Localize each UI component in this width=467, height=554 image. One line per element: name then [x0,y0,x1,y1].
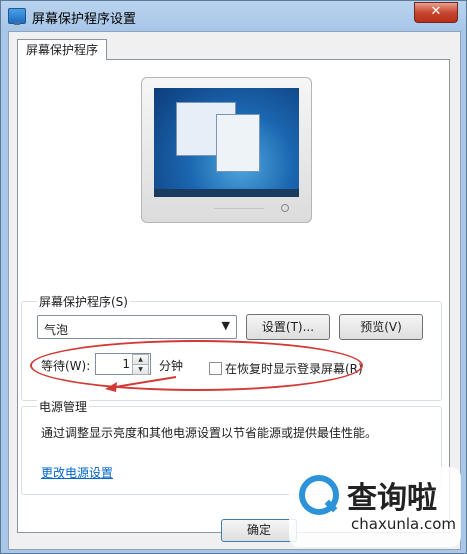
monitor-preview [141,77,312,223]
annotation-arrow-icon [105,376,177,392]
tab-screensaver[interactable]: 屏幕保护程序 [17,39,108,60]
watermark-title: 查询啦 [347,481,437,516]
power-description: 通过调整显示亮度和其他电源设置以节省能源或提供最佳性能。 [41,426,378,440]
preview-screen [154,88,299,197]
watermark: 查询啦 chaxunla.com [289,467,461,547]
divider [214,208,264,209]
change-power-settings-link[interactable]: 更改电源设置 [41,464,113,481]
settings-button[interactable]: 设置(T)... [246,314,330,340]
power-button-icon [281,204,289,212]
dropdown-arrow-icon: ▼ [221,319,230,332]
power-group-label: 电源管理 [37,398,90,415]
dialog-window: 屏幕保护程序设置 ✕ 屏幕保护程序 屏幕保护程序(S) 气泡 ▼ 设置(T)..… [0,0,467,554]
search-logo-icon [299,475,339,515]
ok-button[interactable]: 确定 [221,519,297,542]
monitor-chin [154,200,299,216]
preview-taskbar [154,189,299,197]
monitor-icon [8,8,26,25]
close-button[interactable]: ✕ [414,2,458,23]
title-bar[interactable]: 屏幕保护程序设置 ✕ [1,1,466,31]
screensaver-group-label: 屏幕保护程序(S) [37,293,130,310]
annotation-ellipse [30,340,363,391]
window-title: 屏幕保护程序设置 [32,12,137,27]
screensaver-selected-value: 气泡 [44,323,69,337]
preview-button[interactable]: 预览(V) [339,314,423,340]
preview-window [216,114,260,172]
screensaver-select[interactable]: 气泡 ▼ [37,315,237,339]
watermark-subtitle: chaxunla.com [351,515,456,533]
